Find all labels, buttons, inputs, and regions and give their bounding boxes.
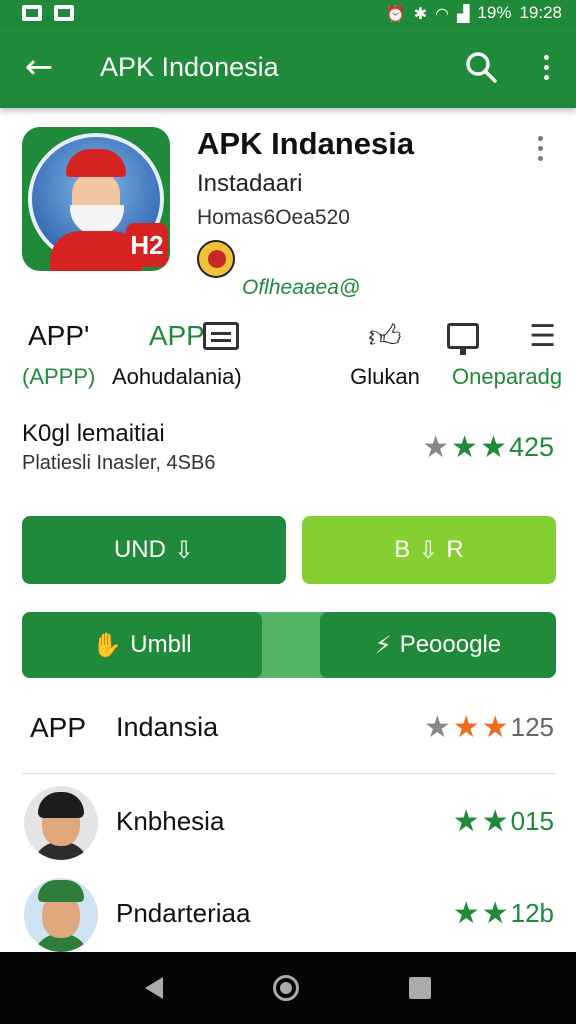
app-developer[interactable]: Instadaari (197, 170, 302, 198)
install-button-label: UND (113, 536, 166, 563)
peoogle-button-label: Peooogle (399, 631, 502, 658)
star-icon: ★ (452, 803, 480, 839)
info-value: Glukan (350, 364, 420, 389)
rating-value: 12b (510, 898, 554, 928)
rating-value: 125 (510, 712, 554, 742)
app-bar: ← APK Indonesia (0, 26, 576, 108)
info-value: Oneparadg (452, 364, 563, 389)
divider (22, 773, 556, 774)
download-icon: ⇩ (418, 536, 439, 564)
app-icon: H2 (22, 127, 170, 271)
notification-icon (22, 5, 42, 21)
buy-button-label: B (394, 536, 411, 563)
rating-title: K0gl lemaitiai (22, 420, 165, 447)
star-icon: ★ (481, 803, 509, 839)
star-icon: ★ (451, 429, 479, 465)
umbl-button-label: Umbll (130, 631, 192, 658)
umbl-button[interactable]: ✋ Umbll (22, 612, 262, 678)
avatar (24, 786, 98, 860)
app-meta: Homas6Oea520 (197, 206, 350, 229)
signal-icon: ▟ (457, 3, 470, 23)
info-strip: APP' (APPP) APP Aohudalania) 👍︎ Glukan ☰… (0, 316, 576, 396)
peoogle-button[interactable]: ⚡ Peooogle (320, 612, 556, 678)
list-box-icon (203, 322, 239, 350)
app-icon-badge: H2 (126, 223, 168, 267)
buy-button[interactable]: B ⇩ R (302, 516, 556, 584)
rating-value: 425 (508, 432, 554, 462)
alarm-icon: ⏰ (385, 3, 406, 23)
download-icon: ⇩ (173, 536, 195, 564)
developer-avatar (197, 240, 235, 278)
rating-subtitle: Platiesli Inasler, 4SB6 (22, 452, 216, 474)
list-item[interactable]: Knbhesia ★ ★ 015 (0, 786, 576, 866)
list-item-name: Knbhesia (116, 806, 225, 836)
nav-recents-icon[interactable] (409, 977, 431, 999)
info-likes[interactable]: 👍︎ Glukan (350, 316, 420, 390)
thumb-icon: 👍︎ (368, 316, 402, 355)
star-icon: ★ (423, 709, 451, 745)
nav-back-icon[interactable] (145, 977, 163, 999)
overflow-menu-icon[interactable] (516, 54, 576, 80)
chart-notification-icon (54, 5, 74, 21)
list-header-app: APP (30, 712, 87, 743)
list-header-title[interactable]: Indansia (116, 712, 218, 743)
list-header-rating: ★ ★ ★ 125 (424, 712, 554, 743)
hand-icon: ✋ (92, 631, 123, 659)
list-header: APP Indansia ★ ★ ★ 125 (0, 700, 576, 760)
developer-label[interactable]: Oflheaaea@ (242, 276, 360, 300)
rating-summary: ★ ★ ★ 425 (422, 432, 554, 463)
navigation-bar (0, 952, 576, 1024)
star-icon: ★ (452, 895, 480, 931)
app-overflow-menu-icon[interactable] (538, 136, 543, 161)
list-item-rating: ★ ★ 015 (453, 806, 554, 837)
battery-level: 19% (477, 3, 512, 22)
info-app-rating: APP' (APPP) (22, 316, 95, 390)
nav-home-icon[interactable] (273, 975, 299, 1001)
info-list-box (201, 316, 241, 356)
app-title: APK Indanesia (197, 126, 415, 161)
list-item-rating: ★ ★ 12b (453, 898, 554, 929)
star-icon: ★ (481, 709, 509, 745)
list-item[interactable]: Pndarteriaa ★ ★ 12b (0, 878, 576, 958)
bluetooth-icon: ✱ (413, 3, 428, 23)
app-bar-title: APK Indonesia (100, 51, 279, 82)
bolt-icon: ⚡ (374, 631, 392, 659)
rating-value: 015 (510, 806, 554, 836)
info-label: APP' (27, 320, 90, 351)
star-icon: ★ (452, 709, 480, 745)
star-icon: ★ (481, 895, 509, 931)
search-icon[interactable] (446, 50, 516, 84)
info-checklist[interactable]: ☰ Oneparadg (452, 316, 563, 390)
wifi-icon: ◠ (435, 3, 450, 23)
star-icon: ★ (480, 429, 507, 465)
buy-button-suffix: R (446, 536, 464, 563)
checklist-icon: ☰ (529, 318, 556, 354)
star-icon: ★ (422, 429, 450, 465)
info-value: (APPP) (22, 364, 96, 389)
back-arrow-icon[interactable]: ← (0, 47, 78, 87)
install-button[interactable]: UND ⇩ (22, 516, 286, 584)
info-value: Aohudalania) (112, 364, 242, 389)
status-bar: ⏰ ✱ ◠ ▟ 19% 19:28 (0, 0, 576, 26)
avatar (24, 878, 98, 952)
list-item-name: Pndarteriaa (116, 898, 251, 928)
clock: 19:28 (519, 3, 562, 22)
